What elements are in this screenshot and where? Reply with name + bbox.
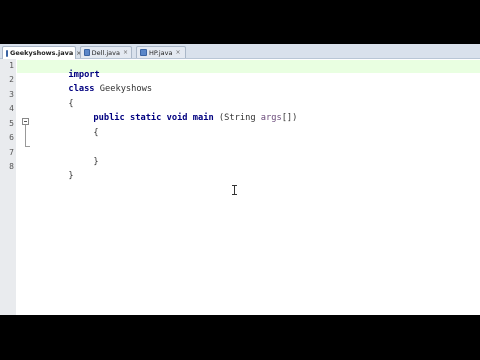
fold-guide-end (25, 146, 30, 147)
text-cursor-icon (232, 185, 237, 195)
line-number: 4 (9, 104, 14, 113)
tab-label: Dell.java (91, 48, 120, 57)
java-file-icon (140, 49, 147, 56)
editor-tab-bar: Geekyshows.java × Dell.java × HP.java × (0, 44, 480, 59)
tab-dell-java[interactable]: Dell.java × (80, 46, 132, 58)
collapse-fold-icon[interactable] (22, 118, 29, 125)
fold-guide-line (25, 125, 26, 147)
line-number: 2 (9, 75, 14, 84)
tab-geekyshows-java[interactable]: Geekyshows.java × (2, 46, 81, 59)
tab-label: Geekyshows.java (10, 49, 74, 57)
close-tab-icon[interactable]: × (123, 49, 128, 56)
method-signature: (String (213, 113, 261, 123)
code-line-8[interactable]: } (37, 161, 74, 191)
brace: } (93, 157, 99, 167)
line-number: 3 (9, 90, 14, 99)
line-number-gutter: 1 2 3 4 5 6 7 8 (0, 59, 17, 315)
keyword: public static void main (93, 113, 214, 123)
brace: { (93, 128, 99, 138)
line-number: 5 (9, 119, 14, 128)
java-file-icon (6, 49, 8, 57)
line-number: 7 (9, 148, 14, 157)
tab-label: HP.java (149, 48, 173, 57)
parameter-name: args (260, 113, 282, 123)
fold-margin (16, 59, 30, 315)
brace: } (68, 171, 74, 181)
method-signature-end: []) (281, 113, 298, 123)
line-number: 6 (9, 133, 14, 142)
class-name: Geekyshows (94, 84, 153, 94)
video-frame: Geekyshows.java × Dell.java × HP.java × … (0, 0, 480, 360)
tab-hp-java[interactable]: HP.java × (136, 46, 186, 58)
line-number: 8 (9, 162, 14, 171)
close-tab-icon[interactable]: × (175, 49, 180, 56)
code-editor[interactable]: Geekyshows.java × Dell.java × HP.java × … (0, 44, 480, 315)
java-file-icon (84, 49, 90, 56)
line-number: 1 (9, 61, 14, 70)
